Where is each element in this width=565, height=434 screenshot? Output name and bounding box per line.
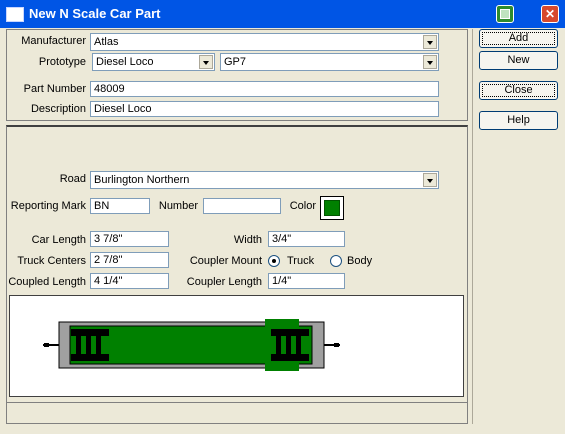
number-field[interactable] [203, 198, 281, 214]
new-button[interactable]: New [479, 51, 558, 70]
add-button[interactable]: Add [479, 29, 558, 48]
part-number-field[interactable]: 48009 [90, 81, 439, 97]
window-title: New N Scale Car Part [29, 6, 161, 21]
part-number-label: Part Number [23, 83, 86, 95]
number-label: Number [158, 200, 198, 212]
window-icon-glyph [500, 9, 510, 19]
coupled-length-label: Coupled Length [8, 276, 86, 288]
manufacturer-value: Atlas [94, 36, 119, 48]
width-field[interactable]: 3/4" [268, 231, 345, 247]
width-label: Width [233, 234, 262, 246]
new-car-part-dialog: New N Scale Car Part ✕ Manufacturer Atla… [0, 0, 565, 434]
help-button[interactable]: Help [479, 111, 558, 130]
prototype-label: Prototype [38, 56, 86, 68]
truck-centers-field[interactable]: 2 7/8" [90, 252, 169, 268]
car-length-label: Car Length [31, 234, 86, 246]
coupler-left-head [44, 343, 49, 347]
color-picker-button[interactable] [320, 196, 344, 220]
title-bar: New N Scale Car Part ✕ [0, 0, 565, 28]
status-bar [6, 402, 468, 424]
coupler-right-head [334, 343, 339, 347]
divider [472, 29, 473, 424]
manufacturer-label: Manufacturer [21, 35, 86, 47]
car-diagram [9, 295, 464, 397]
coupler-mount-body-label: Body [347, 255, 373, 267]
road-value: Burlington Northern [94, 174, 190, 186]
window-icon [6, 7, 24, 22]
color-swatch [324, 200, 340, 216]
prototype-combo[interactable]: Diesel Loco [92, 53, 215, 71]
close-button[interactable]: Close [479, 81, 558, 100]
reporting-mark-label: Reporting Mark [10, 200, 86, 212]
car-diagram-svg [43, 319, 340, 371]
prototype-model-combo[interactable]: GP7 [220, 53, 439, 71]
chevron-down-icon[interactable] [423, 35, 437, 49]
description-label: Description [30, 103, 86, 115]
app-icon-button[interactable] [496, 5, 514, 23]
coupler-mount-truck-label: Truck [287, 255, 315, 267]
coupled-length-field[interactable]: 4 1/4" [90, 273, 169, 289]
prototype-model-value: GP7 [224, 56, 247, 68]
coupler-mount-body-radio[interactable] [330, 255, 342, 267]
chevron-down-icon[interactable] [423, 55, 437, 69]
reporting-mark-field[interactable]: BN [90, 198, 150, 214]
truck-centers-label: Truck Centers [17, 255, 86, 267]
coupler-mount-truck-radio[interactable] [268, 255, 280, 267]
coupler-mount-label: Coupler Mount [189, 255, 262, 267]
coupler-length-field[interactable]: 1/4" [268, 273, 345, 289]
description-field[interactable]: Diesel Loco [90, 101, 439, 117]
close-icon[interactable]: ✕ [541, 5, 559, 23]
chevron-down-icon[interactable] [423, 173, 437, 187]
road-label: Road [59, 173, 86, 185]
color-label: Color [289, 200, 316, 212]
car-length-field[interactable]: 3 7/8" [90, 231, 169, 247]
chevron-down-icon[interactable] [199, 55, 213, 69]
road-combo[interactable]: Burlington Northern [90, 171, 439, 189]
manufacturer-combo[interactable]: Atlas [90, 33, 439, 51]
prototype-value: Diesel Loco [96, 56, 154, 68]
coupler-length-label: Coupler Length [186, 276, 262, 288]
cab [265, 319, 299, 371]
